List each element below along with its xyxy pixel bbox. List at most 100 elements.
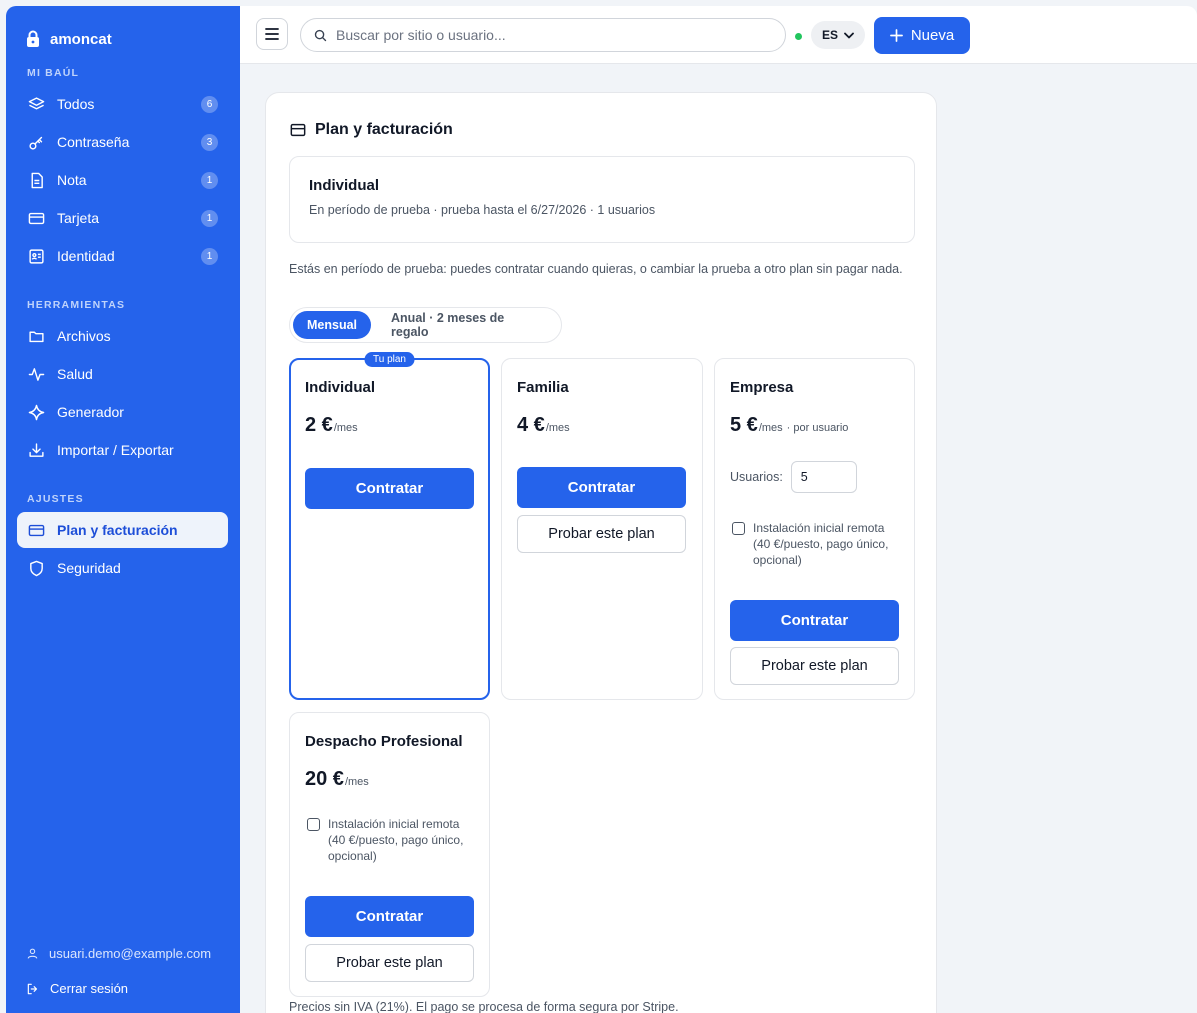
price-period: /mes	[344, 776, 369, 788]
toggle-annual[interactable]: Anual · 2 meses de regalo	[377, 311, 558, 339]
status-indicator	[795, 33, 802, 40]
user-email: usuari.demo@example.com	[49, 946, 212, 961]
sidebar-item-label: Tarjeta	[57, 210, 100, 226]
sidebar-item-plan-facturacion[interactable]: Plan y facturación	[17, 512, 228, 548]
contract-button[interactable]: Contratar	[305, 896, 474, 937]
section-label-settings: AJUSTES	[27, 493, 84, 505]
user-icon	[26, 947, 39, 960]
sidebar-item-archivos[interactable]: Archivos	[17, 318, 228, 354]
section-label-tools: HERRAMIENTAS	[27, 299, 126, 311]
sidebar-item-contrasena[interactable]: Contraseña 3	[17, 124, 228, 160]
card-icon	[27, 521, 45, 539]
section-label-vault: MI BAÚL	[27, 67, 80, 79]
sidebar-item-generador[interactable]: Generador	[17, 394, 228, 430]
price-extra: · por usuario	[786, 422, 849, 434]
logout-button[interactable]: Cerrar sesión	[26, 981, 128, 996]
hamburger-icon	[265, 28, 279, 40]
try-plan-button[interactable]: Probar este plan	[730, 647, 899, 685]
brand[interactable]: amoncat	[26, 30, 112, 48]
layers-icon	[27, 95, 45, 113]
topbar: ES Nueva	[240, 6, 1197, 64]
pulse-icon	[27, 365, 45, 383]
count-badge: 1	[201, 171, 218, 189]
price-amount: 2 €	[305, 414, 333, 436]
key-icon	[27, 133, 45, 151]
try-plan-button[interactable]: Probar este plan	[517, 515, 686, 553]
sidebar-item-label: Generador	[57, 404, 124, 420]
trial-note: Estás en período de prueba: puedes contr…	[289, 262, 903, 276]
download-icon	[27, 441, 45, 459]
sidebar-item-label: Nota	[57, 172, 87, 188]
sidebar-item-label: Contraseña	[57, 134, 130, 150]
id-card-icon	[27, 247, 45, 265]
current-plan-detail: En período de prueba · prueba hasta el 6…	[309, 203, 656, 217]
count-badge: 6	[201, 95, 218, 113]
users-label: Usuarios:	[730, 470, 783, 484]
search-icon	[313, 28, 328, 43]
users-input[interactable]	[790, 461, 857, 493]
search-box	[300, 18, 786, 52]
plan-price: 5 € /mes · por usuario	[730, 414, 848, 437]
language-value: ES	[821, 28, 838, 42]
lock-icon	[26, 30, 40, 48]
install-checkbox[interactable]	[732, 522, 745, 535]
sidebar-item-importar-exportar[interactable]: Importar / Exportar	[17, 432, 228, 468]
sidebar-item-label: Plan y facturación	[57, 522, 178, 538]
logout-label: Cerrar sesión	[50, 981, 129, 996]
sidebar-item-label: Importar / Exportar	[57, 442, 174, 458]
sidebar-item-todos[interactable]: Todos 6	[17, 86, 228, 122]
card-icon	[27, 209, 45, 227]
install-option[interactable]: Instalación inicial remota (40 €/puesto,…	[307, 816, 479, 864]
contract-button[interactable]: Contratar	[517, 467, 686, 508]
menu-button[interactable]	[256, 18, 288, 50]
current-plan-name: Individual	[309, 177, 380, 194]
new-item-label: Nueva	[910, 27, 955, 44]
install-checkbox[interactable]	[307, 818, 320, 831]
plan-name: Despacho Profesional	[305, 733, 463, 750]
price-period: /mes	[545, 422, 570, 434]
plan-name: Familia	[517, 379, 569, 396]
plan-price: 4 € /mes	[517, 414, 570, 437]
plan-price: 2 € /mes	[305, 414, 358, 437]
sidebar-item-seguridad[interactable]: Seguridad	[17, 550, 228, 586]
count-badge: 1	[201, 247, 218, 265]
contract-button[interactable]: Contratar	[730, 600, 899, 641]
language-select[interactable]: ES	[811, 21, 865, 49]
sidebar-item-label: Archivos	[57, 328, 111, 344]
pricing-footnote: Precios sin IVA (21%). El pago se proces…	[289, 1000, 679, 1013]
contract-button[interactable]: Contratar	[305, 468, 474, 509]
install-option[interactable]: Instalación inicial remota (40 €/puesto,…	[732, 520, 904, 568]
note-icon	[27, 171, 45, 189]
sparkle-icon	[27, 403, 45, 421]
chevron-down-icon	[844, 32, 854, 39]
new-item-button[interactable]: Nueva	[874, 17, 970, 54]
sidebar-item-salud[interactable]: Salud	[17, 356, 228, 392]
billing-period-toggle: Mensual Anual · 2 meses de regalo	[289, 307, 562, 343]
install-label: Instalación inicial remota (40 €/puesto,…	[328, 817, 464, 863]
count-badge: 3	[201, 133, 218, 151]
sidebar-item-label: Salud	[57, 366, 93, 382]
try-plan-button[interactable]: Probar este plan	[305, 944, 474, 982]
price-amount: 5 €	[730, 414, 758, 436]
current-plan-summary: Individual En período de prueba · prueba…	[289, 156, 915, 243]
user-account: usuari.demo@example.com	[26, 946, 211, 961]
plan-card-empresa: Empresa 5 € /mes · por usuario Usuarios:…	[714, 358, 915, 700]
page-title-text: Plan y facturación	[315, 121, 453, 138]
count-badge: 1	[201, 209, 218, 227]
search-input[interactable]	[336, 27, 773, 43]
plus-icon	[889, 29, 903, 42]
plan-card-individual: Tu plan Individual 2 € /mes Contratar	[289, 352, 490, 700]
toggle-monthly[interactable]: Mensual	[293, 311, 372, 339]
sidebar-item-nota[interactable]: Nota 1	[17, 162, 228, 198]
price-amount: 4 €	[517, 414, 545, 436]
shield-icon	[27, 559, 45, 577]
sidebar-item-identidad[interactable]: Identidad 1	[17, 238, 228, 274]
billing-card: Plan y facturación Individual En período…	[265, 92, 937, 1013]
users-field-row: Usuarios:	[730, 461, 857, 493]
sidebar: amoncat MI BAÚL Todos 6 Contraseña 3 Not…	[6, 6, 240, 1013]
plan-price: 20 € /mes	[305, 768, 369, 791]
sidebar-item-tarjeta[interactable]: Tarjeta 1	[17, 200, 228, 236]
plan-card-despacho-profesional: Despacho Profesional 20 € /mes Instalaci…	[289, 712, 490, 997]
logout-icon	[26, 982, 40, 996]
sidebar-item-label: Identidad	[57, 248, 115, 264]
